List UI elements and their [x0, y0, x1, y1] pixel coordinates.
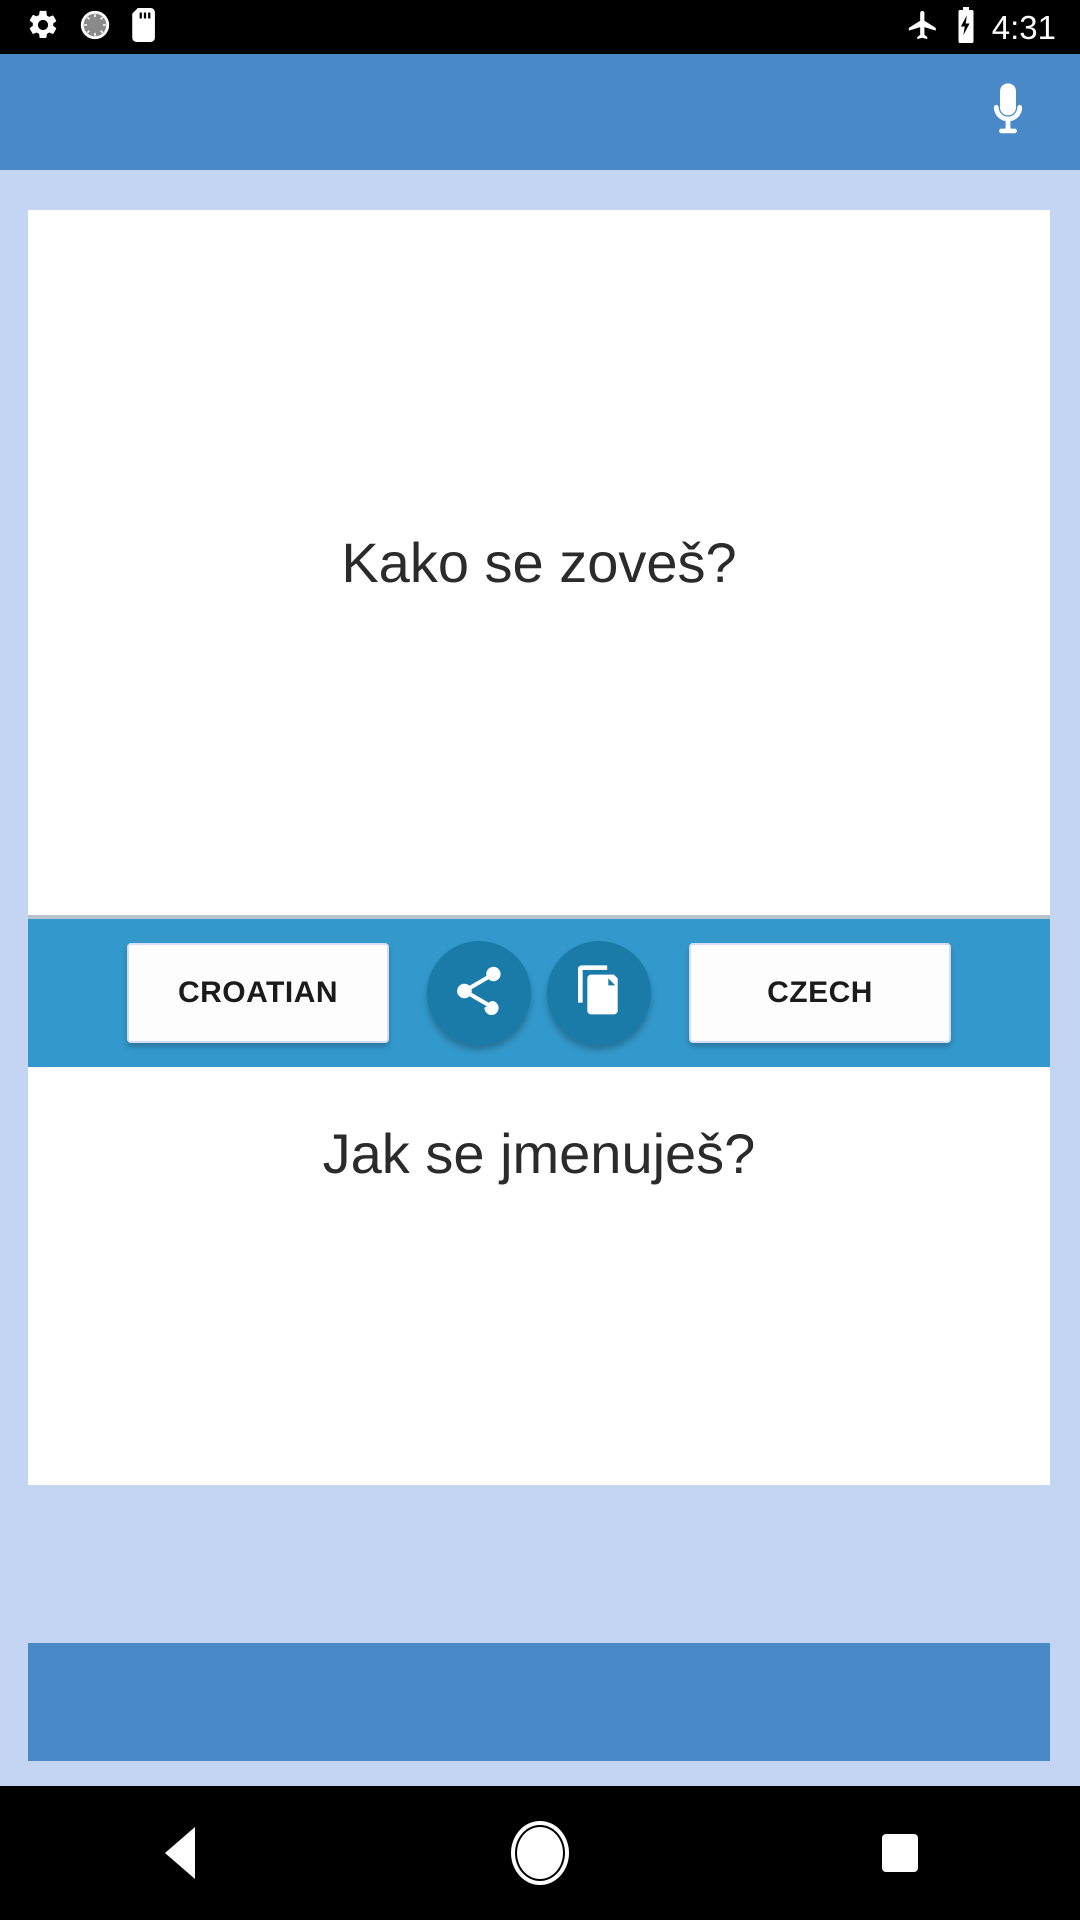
nav-recents-button[interactable] [810, 1786, 990, 1920]
dial-icon [78, 8, 112, 47]
share-icon [450, 962, 508, 1025]
microphone-button[interactable] [960, 64, 1056, 160]
nav-back-button[interactable] [90, 1786, 270, 1920]
battery-charging-icon [954, 6, 978, 48]
status-bar-clock: 4:31 [991, 8, 1056, 46]
translation-card: Kako se zoveš? CROATIAN CZECH Jak se jme… [28, 210, 1050, 1485]
copy-icon [571, 963, 627, 1024]
back-triangle-icon [165, 1827, 195, 1879]
status-bar-left-icons [26, 7, 160, 47]
status-bar-right-icons: 4:31 [906, 6, 1056, 48]
airplane-mode-icon [906, 8, 940, 47]
target-text: Jak se jmenuješ? [322, 1122, 756, 1185]
navigation-bar [0, 1786, 1080, 1920]
settings-gear-icon [26, 8, 60, 47]
translation-toolbar: CROATIAN CZECH [28, 915, 1050, 1067]
target-language-button[interactable]: CZECH [689, 943, 951, 1043]
microphone-icon [976, 78, 1040, 147]
copy-button[interactable] [547, 941, 651, 1045]
share-button[interactable] [427, 941, 531, 1045]
source-text-pane[interactable]: Kako se zoveš? [28, 210, 1050, 915]
content-area: Kako se zoveš? CROATIAN CZECH Jak se jme… [0, 170, 1080, 1786]
phone-screen: 4:31 Kako se zoveš? CROATIAN CZECH Jak s… [0, 0, 1080, 1920]
status-bar: 4:31 [0, 0, 1080, 54]
app-bar [0, 54, 1080, 170]
ad-banner[interactable] [28, 1643, 1050, 1761]
home-circle-icon [511, 1821, 569, 1885]
source-language-button[interactable]: CROATIAN [127, 943, 389, 1043]
target-text-pane[interactable]: Jak se jmenuješ? [28, 1067, 1050, 1485]
sd-card-icon [130, 7, 160, 47]
nav-home-button[interactable] [450, 1786, 630, 1920]
source-text: Kako se zoveš? [341, 530, 737, 594]
recents-square-icon [882, 1834, 918, 1872]
